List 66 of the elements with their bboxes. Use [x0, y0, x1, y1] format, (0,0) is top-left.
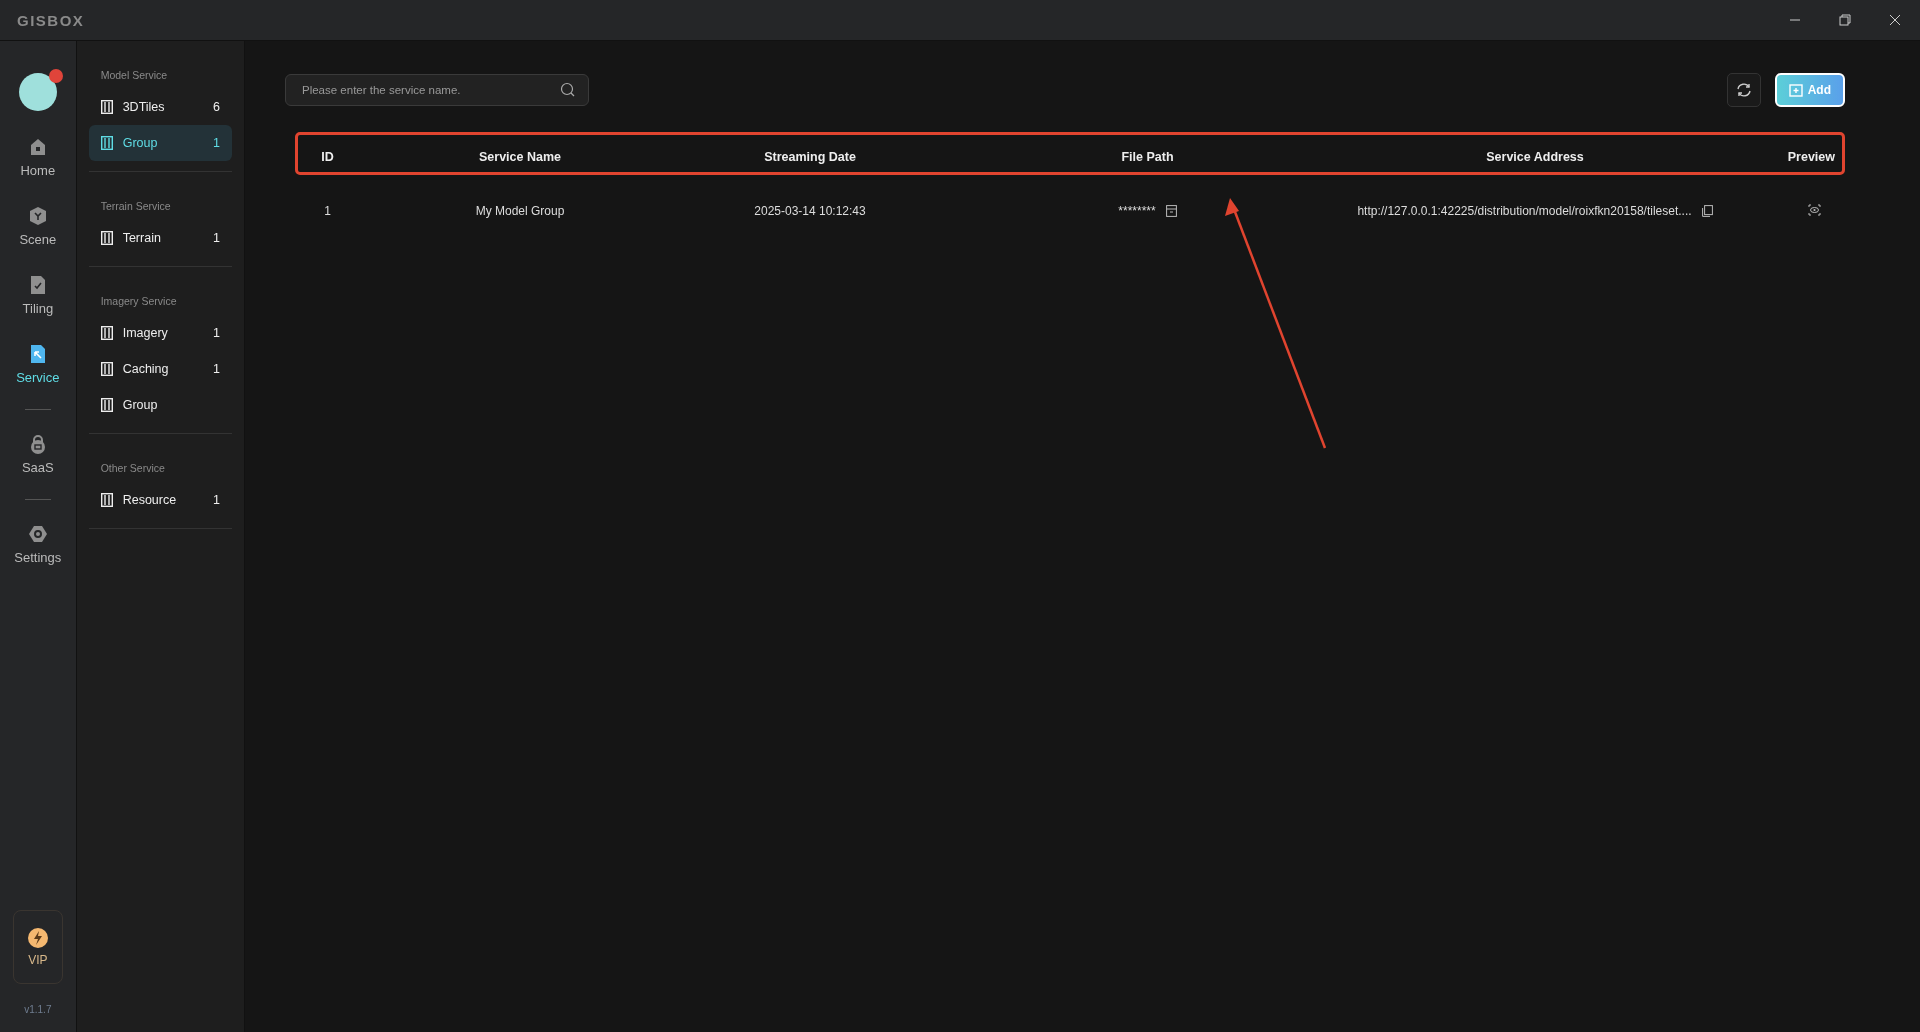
nav-item[interactable]: Service	[2, 336, 73, 393]
section-title: Model Service	[99, 69, 169, 81]
sidebar-item[interactable]: Group 1	[88, 125, 232, 161]
section-title: Terrain Service	[99, 200, 172, 212]
copy-icon[interactable]	[1701, 205, 1713, 217]
item-icon	[100, 231, 113, 245]
item-icon	[100, 362, 113, 376]
item-icon	[100, 493, 113, 507]
nav-item[interactable]: Home	[2, 129, 73, 186]
search-field[interactable]: Please enter the service name.	[285, 74, 589, 106]
item-label: Resource	[122, 493, 178, 507]
preview-icon[interactable]	[1808, 203, 1821, 216]
item-label: Terrain	[122, 231, 162, 245]
version-label: v1.1.7	[24, 1004, 52, 1015]
app-logo: GISBOX	[17, 11, 85, 29]
section-title: Imagery Service	[99, 295, 178, 307]
nav-item[interactable]: Tiling	[2, 267, 73, 324]
item-count: 1	[213, 326, 220, 340]
item-icon	[100, 326, 113, 340]
refresh-button[interactable]	[1726, 73, 1761, 107]
item-label: 3DTiles	[122, 100, 166, 114]
item-label: Caching	[122, 362, 170, 376]
item-count: 1	[213, 362, 220, 376]
file-icon[interactable]	[1165, 205, 1177, 217]
cube-icon	[27, 206, 48, 226]
item-label: Imagery	[122, 326, 169, 340]
column-header: Preview	[1787, 149, 1835, 164]
table-cell: 2025-03-14 10:12:43	[754, 204, 866, 218]
column-header: Streaming Date	[764, 149, 856, 164]
item-count: 6	[213, 100, 220, 114]
notification-badge	[48, 69, 63, 83]
plus-icon	[1788, 83, 1803, 97]
item-icon	[100, 136, 113, 150]
column-header: File Path	[1121, 149, 1174, 164]
refresh-icon	[1735, 82, 1752, 98]
item-label: Group	[122, 398, 159, 412]
vip-button[interactable]: VIP	[12, 910, 63, 984]
item-count: 1	[213, 231, 220, 245]
restore-icon	[1839, 14, 1851, 26]
settings-icon	[27, 524, 48, 544]
table-cell: ********	[1118, 204, 1156, 218]
nav-item[interactable]: SaaS	[2, 426, 73, 483]
section-title: Other Service	[99, 462, 166, 474]
item-icon	[100, 100, 113, 114]
column-header: Service Address	[1486, 149, 1584, 164]
nav-item[interactable]: Scene	[2, 198, 73, 255]
lightning-icon	[26, 927, 49, 949]
item-count: 1	[213, 493, 220, 507]
sidebar-item[interactable]: 3DTiles 6	[88, 89, 232, 125]
avatar[interactable]	[18, 73, 57, 111]
column-header: Service Name	[479, 149, 561, 164]
table-cell: http://127.0.0.1:42225/distribution/model/roixfkn20158/tileset....	[1357, 204, 1692, 218]
item-count: 1	[213, 136, 220, 150]
table-cell: My Model Group	[475, 204, 565, 218]
sidebar-item[interactable]: Resource 1	[88, 482, 232, 518]
item-label: Group	[122, 136, 159, 150]
search-icon[interactable]	[560, 82, 575, 97]
sidebar-item[interactable]: Terrain 1	[88, 220, 232, 256]
sidebar-item[interactable]: Imagery 1	[88, 315, 232, 351]
nav-item[interactable]: Settings	[2, 516, 73, 573]
item-icon	[100, 398, 113, 412]
column-header: ID	[321, 149, 334, 164]
table-cell: 1	[324, 204, 331, 218]
sidebar-item[interactable]: Group	[88, 387, 232, 423]
close-icon	[1889, 14, 1901, 26]
sidebar-item[interactable]: Caching 1	[88, 351, 232, 387]
